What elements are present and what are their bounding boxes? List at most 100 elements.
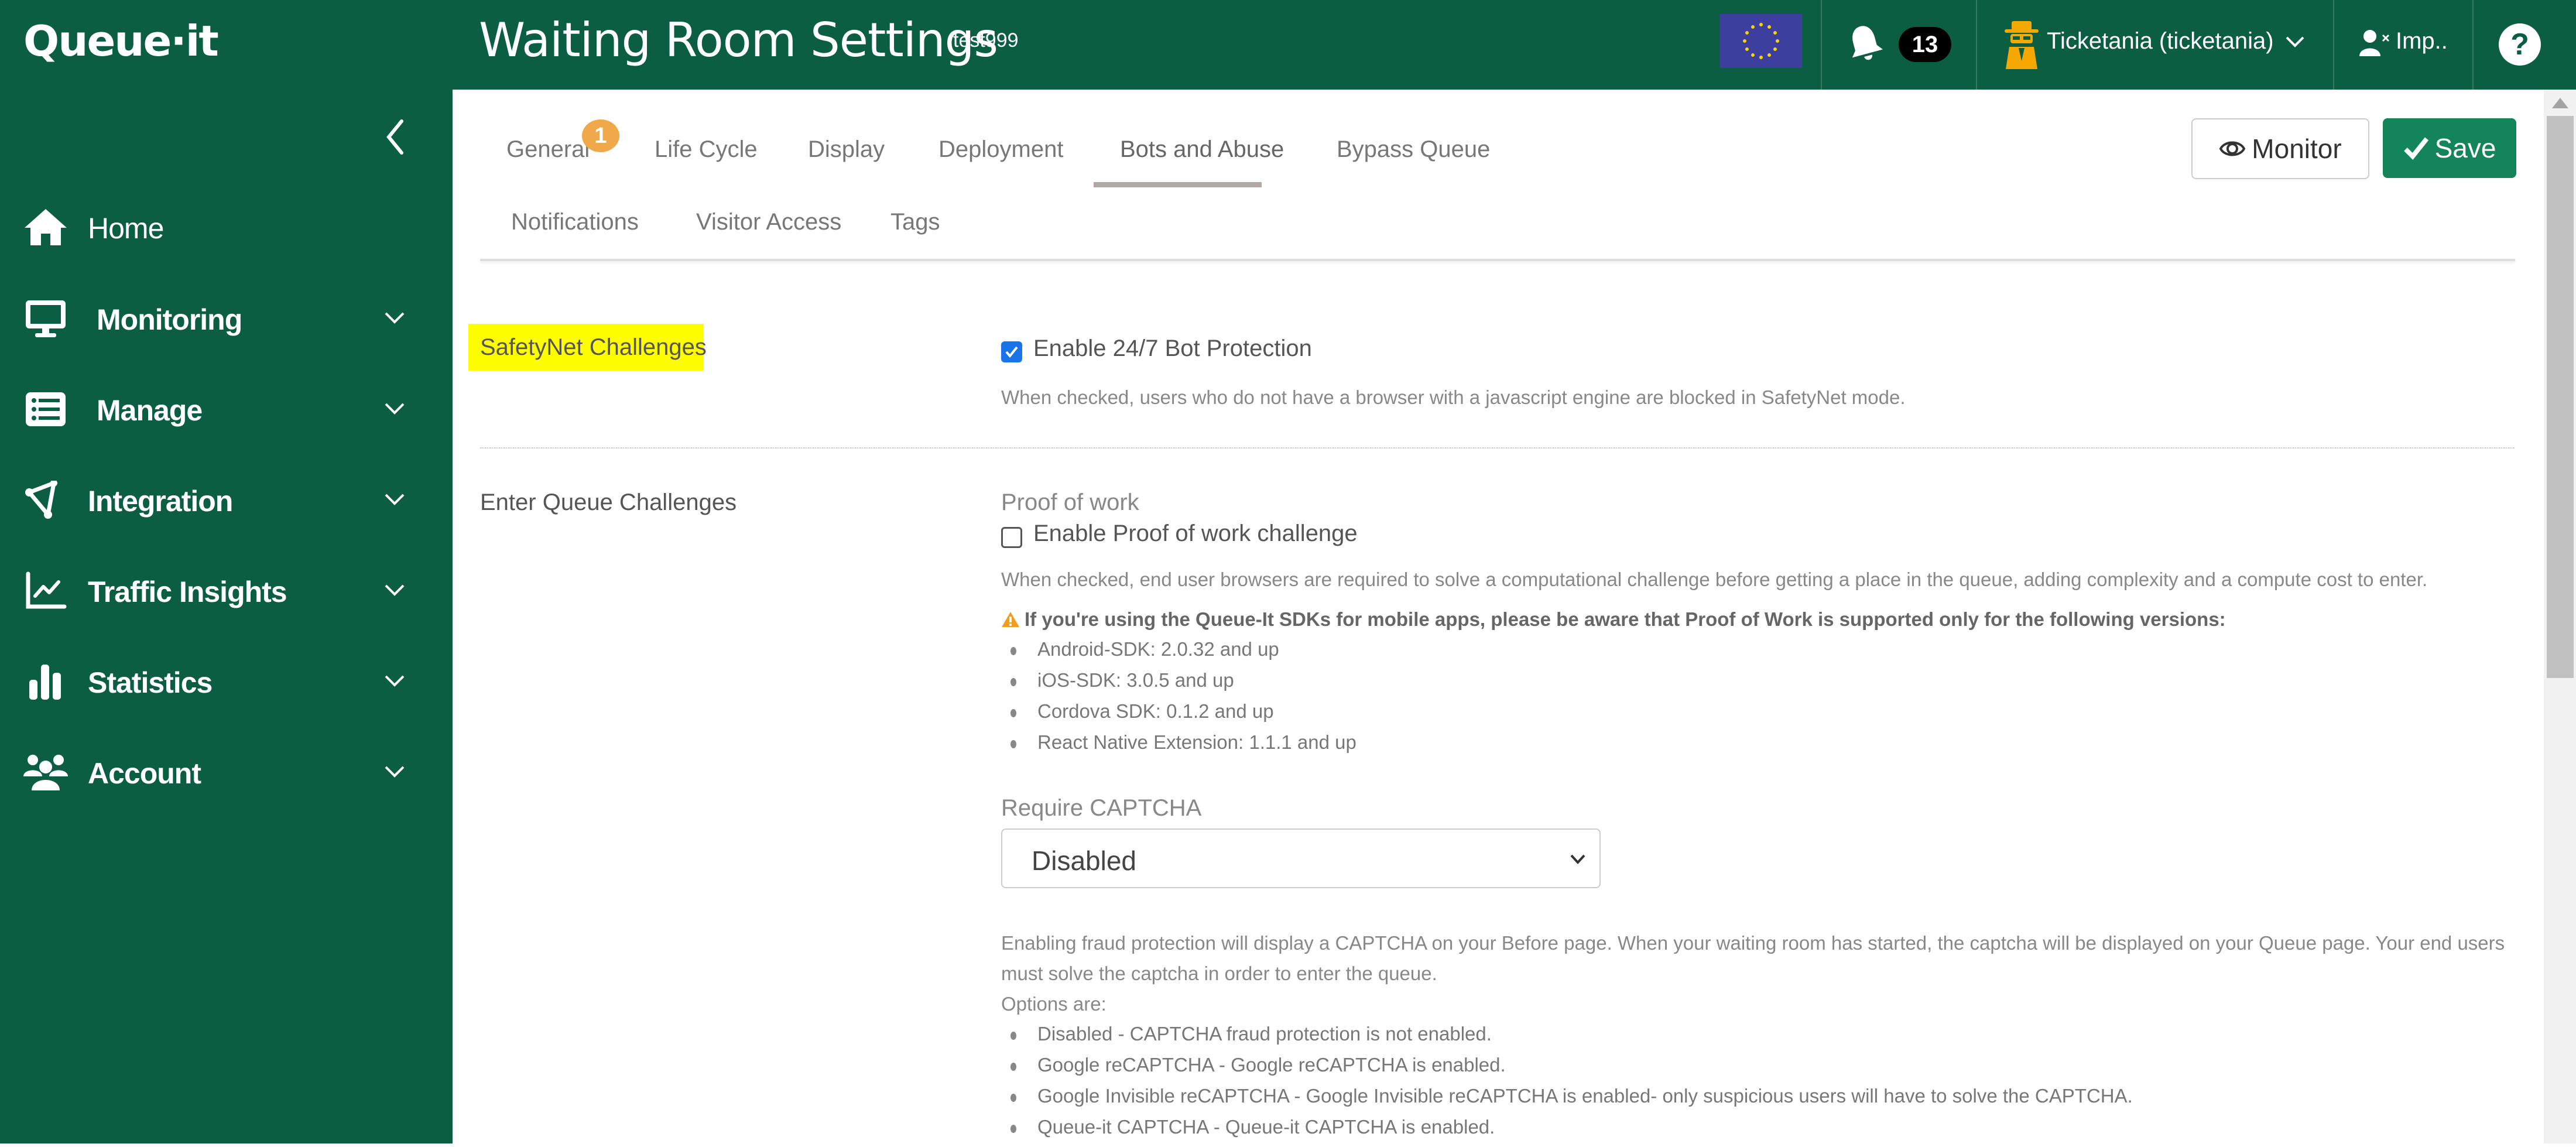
sdk-version-list: Android-SDK: 2.0.32 and up iOS-SDK: 3.0.… <box>1001 638 1356 762</box>
tab-deployment[interactable]: Deployment <box>938 136 1063 163</box>
proof-of-work-help: When checked, end user browsers are requ… <box>1001 569 2428 590</box>
sidebar-item-label: Monitoring <box>97 303 242 336</box>
sidebar-item-label: Traffic Insights <box>88 576 287 608</box>
list-item: Queue-it CAPTCHA - Queue-it CAPTCHA is e… <box>1001 1116 2133 1147</box>
chevron-down-icon <box>385 312 405 324</box>
monitor-icon <box>26 300 66 337</box>
tab-tags[interactable]: Tags <box>890 209 940 235</box>
waiting-room-id: test999 <box>953 29 1019 52</box>
require-captcha-label: Require CAPTCHA <box>1001 795 1202 821</box>
spy-user-icon <box>2005 21 2039 69</box>
captcha-select[interactable]: Disabled <box>1001 828 1601 888</box>
scrollbar-thumb[interactable] <box>2547 116 2574 678</box>
integration-icon <box>25 481 57 519</box>
tab-display[interactable]: Display <box>808 136 885 163</box>
sidebar-item-integration[interactable]: Integration <box>0 464 453 535</box>
sidebar-item-home[interactable]: Home <box>0 191 453 262</box>
impersonate-user-icon[interactable] <box>2359 28 2392 57</box>
tab-notifications[interactable]: Notifications <box>511 209 639 235</box>
sidebar-item-traffic-insights[interactable]: Traffic Insights <box>0 555 453 625</box>
save-button[interactable]: Save <box>2383 118 2516 178</box>
top-bar: Queue·it Waiting Room Settings test999 1… <box>0 0 2576 90</box>
scroll-up-arrow-icon[interactable] <box>2552 98 2568 108</box>
sidebar: Home Monitoring Manage Integration Traff… <box>0 90 453 1143</box>
save-label: Save <box>2434 133 2496 163</box>
list-icon <box>26 392 66 426</box>
sidebar-item-account[interactable]: Account <box>0 737 453 807</box>
list-item: Google Invisible reCAPTCHA - Google Invi… <box>1001 1085 2133 1116</box>
tab-general[interactable]: General <box>506 136 590 163</box>
chevron-down-icon <box>385 494 405 505</box>
chevron-down-icon <box>385 766 405 778</box>
enter-queue-section-label: Enter Queue Challenges <box>480 489 737 515</box>
monitor-button[interactable]: Monitor <box>2191 118 2369 179</box>
account-name[interactable]: Ticketania (ticketania) <box>2047 28 2274 54</box>
tab-label: General <box>506 136 590 162</box>
impersonate-label[interactable]: Imp.. <box>2396 28 2448 54</box>
captcha-help-line: must solve the captcha in order to enter… <box>1001 963 1437 984</box>
list-item: React Native Extension: 1.1.1 and up <box>1001 731 1356 762</box>
sidebar-item-label: Home <box>88 212 164 245</box>
proof-of-work-label: Proof of work <box>1001 489 1139 515</box>
safetynet-section-label: SafetyNet Challenges <box>480 334 707 360</box>
chevron-down-icon <box>1570 854 1585 864</box>
list-item: Google reCAPTCHA - Google reCAPTCHA is e… <box>1001 1054 2133 1085</box>
captcha-help: Enabling fraud protection will display a… <box>1001 928 2523 1019</box>
users-icon <box>23 755 68 790</box>
checkmark-icon <box>2403 137 2428 160</box>
divider <box>1821 0 1822 90</box>
tab-bots-and-abuse[interactable]: Bots and Abuse <box>1120 136 1284 163</box>
queue-it-logo[interactable]: Queue·it <box>23 16 219 66</box>
chevron-down-icon <box>385 675 405 687</box>
check-icon <box>1005 346 1018 358</box>
home-icon <box>25 209 67 245</box>
bell-icon[interactable] <box>1844 22 1885 63</box>
sidebar-item-statistics[interactable]: Statistics <box>0 646 453 716</box>
sidebar-item-label: Account <box>88 757 201 790</box>
sidebar-item-label: Manage <box>97 394 203 427</box>
captcha-help-line: Enabling fraud protection will display a… <box>1001 932 2505 954</box>
bot-protection-help: When checked, users who do not have a br… <box>1001 386 1906 408</box>
sidebar-item-manage[interactable]: Manage <box>0 374 453 444</box>
list-item: Disabled - CAPTCHA fraud protection is n… <box>1001 1023 2133 1054</box>
proof-of-work-checkbox[interactable] <box>1001 527 1022 548</box>
tab-bypass-queue[interactable]: Bypass Queue <box>1337 136 1490 163</box>
divider <box>2333 0 2334 90</box>
sdk-warning: If you're using the Queue-It SDKs for mo… <box>1001 608 2226 631</box>
captcha-options-list: Disabled - CAPTCHA fraud protection is n… <box>1001 1023 2133 1147</box>
chevron-down-icon[interactable] <box>2283 33 2307 50</box>
options-intro: Options are: <box>1001 993 1107 1015</box>
active-tab-indicator <box>1094 182 1262 187</box>
eu-flag-icon[interactable] <box>1720 14 1802 68</box>
error-count-badge: 1 <box>582 119 619 152</box>
monitor-label: Monitor <box>2252 133 2342 164</box>
divider <box>1976 0 1977 90</box>
divider <box>2472 0 2474 90</box>
section-divider <box>480 447 2515 448</box>
proof-of-work-checkbox-label[interactable]: Enable Proof of work challenge <box>1033 521 1358 547</box>
bot-protection-label[interactable]: Enable 24/7 Bot Protection <box>1033 335 1312 362</box>
list-item: iOS-SDK: 3.0.5 and up <box>1001 669 1356 700</box>
captcha-select-value: Disabled <box>1032 845 1136 876</box>
collapse-sidebar-icon[interactable] <box>381 117 409 158</box>
sidebar-item-label: Statistics <box>88 666 213 699</box>
bot-protection-checkbox[interactable] <box>1001 341 1022 362</box>
settings-content: General 1 Life Cycle Display Deployment … <box>453 90 2544 1143</box>
vertical-scrollbar[interactable] <box>2544 90 2576 1143</box>
warning-text: If you're using the Queue-It SDKs for mo… <box>1025 608 2226 630</box>
page-title: Waiting Room Settings <box>479 13 998 67</box>
help-icon[interactable]: ? <box>2499 23 2541 66</box>
bar-chart-icon <box>29 665 61 700</box>
sidebar-item-label: Integration <box>88 485 233 518</box>
tab-visitor-access[interactable]: Visitor Access <box>696 209 841 235</box>
warning-icon <box>1002 612 1019 627</box>
notification-count-badge[interactable]: 13 <box>1899 27 1951 62</box>
chevron-down-icon <box>385 584 405 596</box>
sidebar-item-monitoring[interactable]: Monitoring <box>0 283 453 353</box>
tabs-divider <box>480 259 2515 261</box>
list-item: Android-SDK: 2.0.32 and up <box>1001 638 1356 669</box>
line-chart-icon <box>26 571 67 609</box>
tab-life-cycle[interactable]: Life Cycle <box>655 136 758 163</box>
eye-icon <box>2219 141 2246 156</box>
list-item: Cordova SDK: 0.1.2 and up <box>1001 700 1356 731</box>
